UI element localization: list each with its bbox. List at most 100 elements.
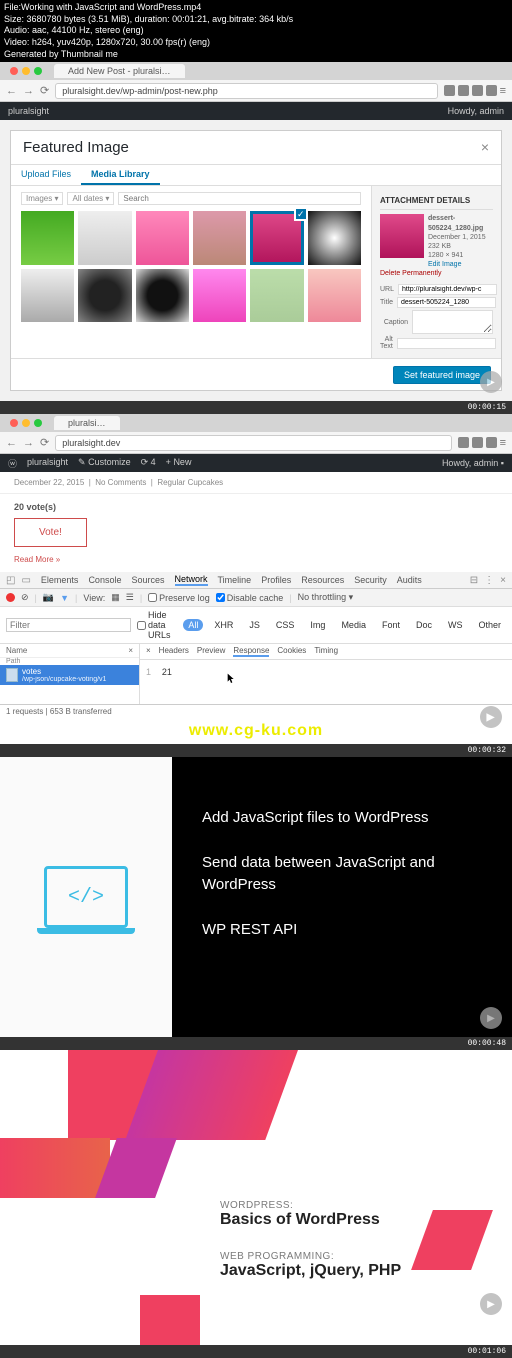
media-thumb-selected[interactable]: ✓ [250,211,303,264]
type-font[interactable]: Font [377,619,405,631]
browser-tab[interactable]: pluralsi… [54,416,120,430]
set-featured-image-button[interactable]: Set featured image [393,366,491,384]
media-thumb[interactable] [78,211,131,264]
ext-icon[interactable] [458,437,469,448]
new-link[interactable]: + New [166,457,192,470]
view-small-icon[interactable]: ☰ [126,592,134,603]
col-name[interactable]: Name [6,646,27,655]
ext-icon[interactable] [458,85,469,96]
request-row[interactable]: votes /wp-json/cupcake-voting/v1 [0,665,139,685]
settings-icon[interactable]: ⋮ [484,575,494,586]
forward-icon[interactable]: → [23,437,34,449]
throttle-select[interactable]: No throttling ▾ [298,592,354,603]
alt-field[interactable] [397,338,496,349]
type-all[interactable]: All [183,619,203,631]
back-icon[interactable]: ← [6,437,17,449]
reload-icon[interactable]: ⟳ [40,436,49,449]
capture-icon[interactable]: 📷 [43,592,54,603]
media-thumb[interactable] [21,211,74,264]
type-img[interactable]: Img [305,619,330,631]
type-other[interactable]: Other [473,619,506,631]
media-thumb[interactable] [308,211,361,264]
window-controls[interactable] [4,419,48,427]
drawer-icon[interactable]: ⊟ [470,575,478,586]
detail-tab-preview[interactable]: Preview [197,646,225,657]
disable-cache-checkbox[interactable]: Disable cache [216,593,284,603]
close-icon[interactable]: × [500,575,506,586]
read-more-link[interactable]: Read More » [14,555,498,564]
caption-field[interactable] [412,310,493,334]
tab-elements[interactable]: Elements [41,575,79,585]
title-field[interactable] [397,297,496,308]
url-field[interactable] [398,284,497,295]
type-ws[interactable]: WS [443,619,468,631]
updates-link[interactable]: ⟳ 4 [141,457,156,470]
ext-icon[interactable] [472,85,483,96]
filter-date-select[interactable]: All dates ▾ [67,192,114,205]
max-dot[interactable] [34,419,42,427]
media-thumb[interactable] [193,211,246,264]
min-dot[interactable] [22,67,30,75]
type-css[interactable]: CSS [271,619,300,631]
search-input[interactable] [118,192,361,205]
detail-tab-cookies[interactable]: Cookies [277,646,306,657]
clear-icon[interactable]: ⊘ [21,592,29,603]
ext-icon[interactable] [486,85,497,96]
forward-icon[interactable]: → [23,85,34,97]
url-input[interactable]: pluralsight.dev/wp-admin/post-new.php [55,83,437,99]
tab-upload-files[interactable]: Upload Files [11,165,81,185]
inspect-icon[interactable]: ◰ [6,575,15,586]
play-icon[interactable]: ▶ [480,1007,502,1029]
customize-link[interactable]: ✎ Customize [78,457,131,470]
media-thumb[interactable] [193,269,246,322]
record-icon[interactable] [6,593,15,602]
device-icon[interactable]: ▭ [21,575,30,586]
menu-icon[interactable]: ≡ [500,85,506,97]
wp-site-name[interactable]: pluralsight [8,106,49,116]
browser-tab[interactable]: Add New Post - pluralsi… [54,64,185,78]
tab-console[interactable]: Console [88,575,121,585]
play-icon[interactable]: ▶ [480,706,502,728]
delete-link[interactable]: Delete Permanently [380,269,493,278]
wp-admin-bar[interactable]: ⓦ pluralsight ✎ Customize ⟳ 4 + New Howd… [0,454,512,472]
tab-sources[interactable]: Sources [131,575,164,585]
detail-tab-timing[interactable]: Timing [314,646,338,657]
media-thumb[interactable] [136,269,189,322]
media-thumb[interactable] [250,269,303,322]
tab-media-library[interactable]: Media Library [81,165,160,185]
menu-icon[interactable]: ≡ [500,437,506,449]
tab-resources[interactable]: Resources [301,575,344,585]
vote-button[interactable]: Vote! [14,518,87,547]
wp-howdy[interactable]: Howdy, admin [448,106,504,116]
close-dot[interactable] [10,67,18,75]
reload-icon[interactable]: ⟳ [40,84,49,97]
filter-icon[interactable]: ▼ [60,593,69,603]
hide-data-urls-checkbox[interactable]: Hide data URLs [137,610,177,640]
tab-network[interactable]: Network [175,574,208,586]
detail-tab-headers[interactable]: Headers [159,646,189,657]
media-thumb[interactable] [21,269,74,322]
media-thumb[interactable] [136,211,189,264]
wp-howdy[interactable]: Howdy, admin ▪ [442,458,504,468]
filter-input[interactable] [6,618,131,632]
wp-site-name[interactable]: pluralsight [27,457,68,470]
type-xhr[interactable]: XHR [209,619,238,631]
view-large-icon[interactable]: ▦ [111,592,120,603]
close-dot[interactable] [10,419,18,427]
tab-timeline[interactable]: Timeline [218,575,252,585]
close-icon[interactable]: × [481,139,489,156]
type-media[interactable]: Media [336,619,371,631]
close-panel-icon[interactable]: × [128,646,133,655]
type-doc[interactable]: Doc [411,619,437,631]
tab-profiles[interactable]: Profiles [261,575,291,585]
edit-image-link[interactable]: Edit Image [380,260,493,269]
wp-logo-icon[interactable]: ⓦ [8,457,17,470]
ext-icon[interactable] [472,437,483,448]
window-controls[interactable] [4,67,48,75]
tab-security[interactable]: Security [354,575,387,585]
media-thumb[interactable] [78,269,131,322]
media-thumb[interactable] [308,269,361,322]
filter-type-select[interactable]: Images ▾ [21,192,63,205]
play-icon[interactable]: ▶ [480,1293,502,1315]
url-input[interactable]: pluralsight.dev [55,435,451,451]
